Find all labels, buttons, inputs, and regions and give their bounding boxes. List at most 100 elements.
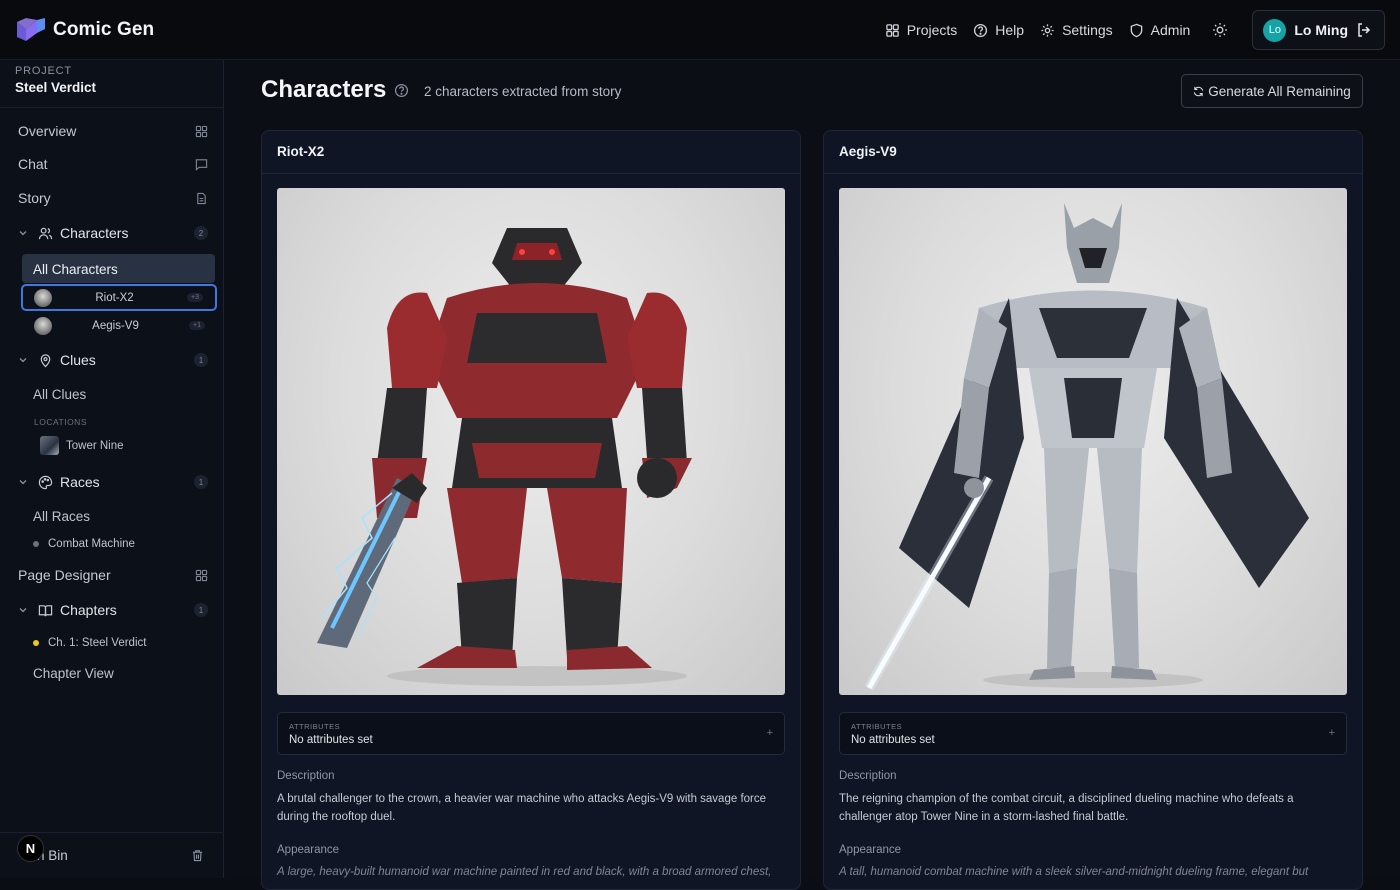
appearance-label: Appearance xyxy=(839,844,902,856)
appearance-text: A large, heavy-built humanoid war machin… xyxy=(277,866,772,878)
add-attribute-icon[interactable]: + xyxy=(1329,727,1335,739)
character-thumbnail xyxy=(34,316,52,335)
nav-settings[interactable]: Settings xyxy=(1040,22,1113,38)
main-content: Characters 2 characters extracted from s… xyxy=(225,61,1400,890)
appearance-text: A tall, humanoid combat machine with a s… xyxy=(839,866,1309,878)
description-label: Description xyxy=(839,770,897,782)
appearance-label: Appearance xyxy=(277,844,340,856)
sidebar-item-all-clues[interactable]: All Clues xyxy=(33,387,86,402)
add-attribute-icon[interactable]: + xyxy=(767,727,773,739)
grid-icon xyxy=(885,23,899,37)
count-badge: 2 xyxy=(194,226,208,240)
count-badge: 1 xyxy=(194,475,208,489)
location-name: Tower Nine xyxy=(66,439,124,452)
help-circle-icon[interactable] xyxy=(394,83,409,98)
sidebar-item-label: Story xyxy=(18,190,51,206)
chevron-down-icon xyxy=(19,231,27,236)
book-open-icon xyxy=(38,604,53,616)
card-title: Aegis-V9 xyxy=(824,131,1362,174)
attributes-value: No attributes set xyxy=(289,734,373,746)
character-name: Riot-X2 xyxy=(95,291,134,304)
attributes-value: No attributes set xyxy=(851,734,935,746)
sidebar-character-aegis-v9[interactable]: Aegis-V9 +1 xyxy=(21,312,217,339)
group-label: Characters xyxy=(60,225,129,241)
sidebar-item-all-characters[interactable]: All Characters xyxy=(22,254,215,283)
character-portrait-riot-x2[interactable] xyxy=(277,188,785,695)
robot-illustration xyxy=(864,203,1309,691)
sidebar-group-characters[interactable]: Characters 2 xyxy=(18,225,208,241)
sidebar-item-story[interactable]: Story xyxy=(18,190,208,206)
sidebar-item-chapter-view[interactable]: Chapter View xyxy=(33,666,114,681)
sidebar-item-label: Page Designer xyxy=(18,567,111,583)
generate-all-label: Generate All Remaining xyxy=(1208,83,1351,99)
sidebar-group-chapters[interactable]: Chapters 1 xyxy=(18,602,208,618)
bin-row[interactable]: n Bin N xyxy=(0,832,223,878)
sidebar-group-clues[interactable]: Clues 1 xyxy=(18,352,208,368)
shield-icon xyxy=(1130,23,1142,37)
attributes-box[interactable]: ATTRIBUTES No attributes set + xyxy=(277,712,785,755)
page-subtitle: 2 characters extracted from story xyxy=(424,84,622,99)
character-portrait-aegis-v9[interactable] xyxy=(839,188,1347,695)
chevron-down-icon xyxy=(19,480,27,485)
group-label: Races xyxy=(60,474,100,490)
count-badge: +3 xyxy=(187,293,203,302)
nav-admin-label: Admin xyxy=(1150,22,1191,38)
sidebar-chapter-1[interactable]: Ch. 1: Steel Verdict xyxy=(33,637,146,649)
location-thumbnail xyxy=(40,436,59,455)
nav-projects[interactable]: Projects xyxy=(885,22,958,38)
locations-label: LOCATIONS xyxy=(34,417,87,427)
race-name: Combat Machine xyxy=(48,538,135,550)
app-name: Comic Gen xyxy=(53,18,155,40)
sidebar-item-label: Overview xyxy=(18,123,77,139)
nav-help[interactable]: Help xyxy=(973,22,1024,38)
attributes-box[interactable]: ATTRIBUTES No attributes set + xyxy=(839,712,1347,755)
nav-projects-label: Projects xyxy=(906,22,958,38)
sidebar-group-races[interactable]: Races 1 xyxy=(18,474,208,490)
sidebar-race-combat-machine[interactable]: Combat Machine xyxy=(33,538,135,550)
generate-all-button[interactable]: Generate All Remaining xyxy=(1181,74,1363,108)
sidebar-character-riot-x2[interactable]: Riot-X2 +3 xyxy=(21,284,217,311)
nav-help-label: Help xyxy=(995,22,1025,38)
sidebar-location-tower-nine[interactable]: Tower Nine xyxy=(40,436,124,455)
trash-icon[interactable] xyxy=(191,849,204,862)
users-icon xyxy=(38,227,53,239)
grid-icon xyxy=(195,125,208,137)
group-label: Clues xyxy=(60,352,96,368)
palette-icon xyxy=(38,475,53,489)
chat-icon xyxy=(195,158,208,171)
chevron-down-icon xyxy=(19,358,27,363)
attributes-label: ATTRIBUTES xyxy=(851,722,903,731)
description-label: Description xyxy=(277,770,335,782)
card-title: Riot-X2 xyxy=(262,131,800,174)
nav-admin[interactable]: Admin xyxy=(1129,22,1191,38)
race-dot xyxy=(33,541,39,547)
character-card-aegis-v9: Aegis-V9 ATTRIBUTES No attributes set + … xyxy=(823,130,1363,890)
logo-icon xyxy=(17,17,45,41)
chapter-name: Ch. 1: Steel Verdict xyxy=(48,637,147,649)
sidebar-item-all-races[interactable]: All Races xyxy=(33,509,90,524)
grid-icon xyxy=(195,569,208,581)
user-menu[interactable]: Lo Lo Ming xyxy=(1252,10,1385,50)
logout-icon[interactable] xyxy=(1356,22,1372,38)
top-nav: Projects Help Settings Admin Lo Lo Ming xyxy=(885,0,1400,60)
sidebar-item-page-designer[interactable]: Page Designer xyxy=(18,567,208,583)
count-badge: 1 xyxy=(194,603,208,617)
attributes-label: ATTRIBUTES xyxy=(289,722,341,731)
help-circle-icon xyxy=(974,23,988,37)
top-bar: Comic Gen Projects Help Settings Admin L… xyxy=(0,0,1400,60)
chapter-status-dot xyxy=(33,640,39,646)
robot-illustration xyxy=(317,228,692,686)
sidebar: PROJECT Steel Verdict Overview Chat Stor… xyxy=(0,60,224,878)
n-badge-button[interactable]: N xyxy=(17,835,44,862)
sun-icon[interactable] xyxy=(1212,22,1228,38)
avatar: Lo xyxy=(1263,18,1287,42)
character-name: Aegis-V9 xyxy=(92,319,139,332)
brand[interactable]: Comic Gen xyxy=(16,17,154,43)
gear-icon xyxy=(1041,23,1054,37)
chevron-down-icon xyxy=(19,608,27,613)
sidebar-item-chat[interactable]: Chat xyxy=(18,156,208,172)
description-text: The reigning champion of the combat circ… xyxy=(839,793,1294,823)
sidebar-item-overview[interactable]: Overview xyxy=(18,123,208,139)
character-card-riot-x2: Riot-X2 ATTRIBUTES No attributes set + D… xyxy=(261,130,801,890)
sidebar-divider xyxy=(0,107,223,108)
